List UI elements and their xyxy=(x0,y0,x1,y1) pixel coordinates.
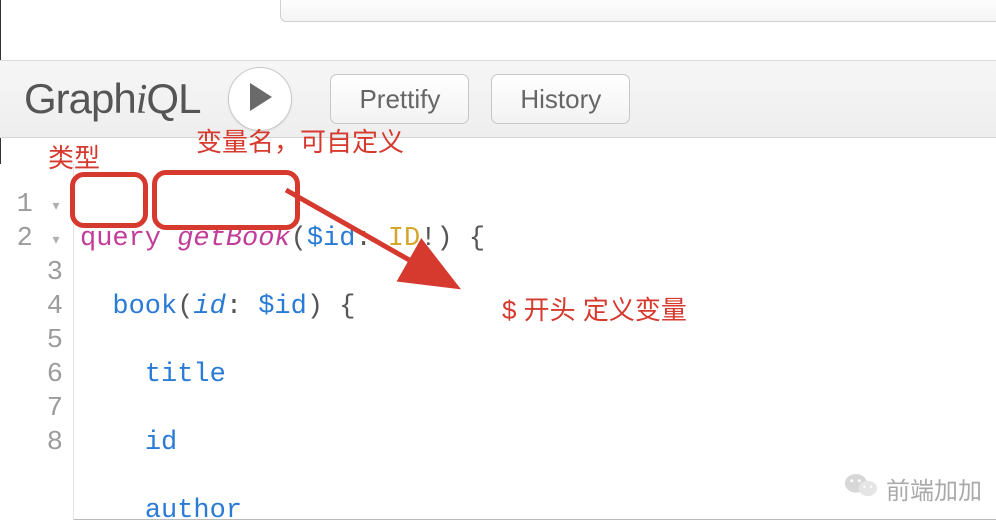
variable-def: $id xyxy=(307,224,356,254)
field-book: book xyxy=(112,292,177,322)
keyword-query: query xyxy=(80,224,161,254)
graphiql-logo: GraphiQL xyxy=(24,75,200,124)
field-id: id xyxy=(145,428,177,458)
field-author: author xyxy=(145,496,242,520)
field-title: title xyxy=(145,360,226,390)
graphiql-toolbar: GraphiQL Prettify History xyxy=(0,60,996,138)
history-button[interactable]: History xyxy=(491,74,630,124)
operation-name: getBook xyxy=(177,224,290,254)
fold-icon[interactable]: ▾ xyxy=(49,190,63,224)
query-editor[interactable]: 1 ▾ 2 ▾ 3 4 5 6 7 8 query getBook($id: I… xyxy=(0,164,996,520)
prettify-label: Prettify xyxy=(359,84,440,115)
play-icon xyxy=(248,83,272,116)
url-bar-fragment xyxy=(280,0,996,22)
arg-name: id xyxy=(193,292,225,322)
type-ref: ID xyxy=(388,224,420,254)
execute-button[interactable] xyxy=(228,67,292,131)
history-label: History xyxy=(520,84,601,115)
fold-icon[interactable]: ▾ xyxy=(49,224,63,258)
watermark-text: 前端加加 xyxy=(886,471,982,506)
wechat-icon xyxy=(844,471,886,506)
watermark: 前端加加 xyxy=(844,471,982,506)
line-gutter: 1 ▾ 2 ▾ 3 4 5 6 7 8 xyxy=(0,164,74,520)
code-content[interactable]: query getBook($id: ID!) { book(id: $id) … xyxy=(74,164,485,520)
arg-value: $id xyxy=(258,292,307,322)
prettify-button[interactable]: Prettify xyxy=(330,74,469,124)
